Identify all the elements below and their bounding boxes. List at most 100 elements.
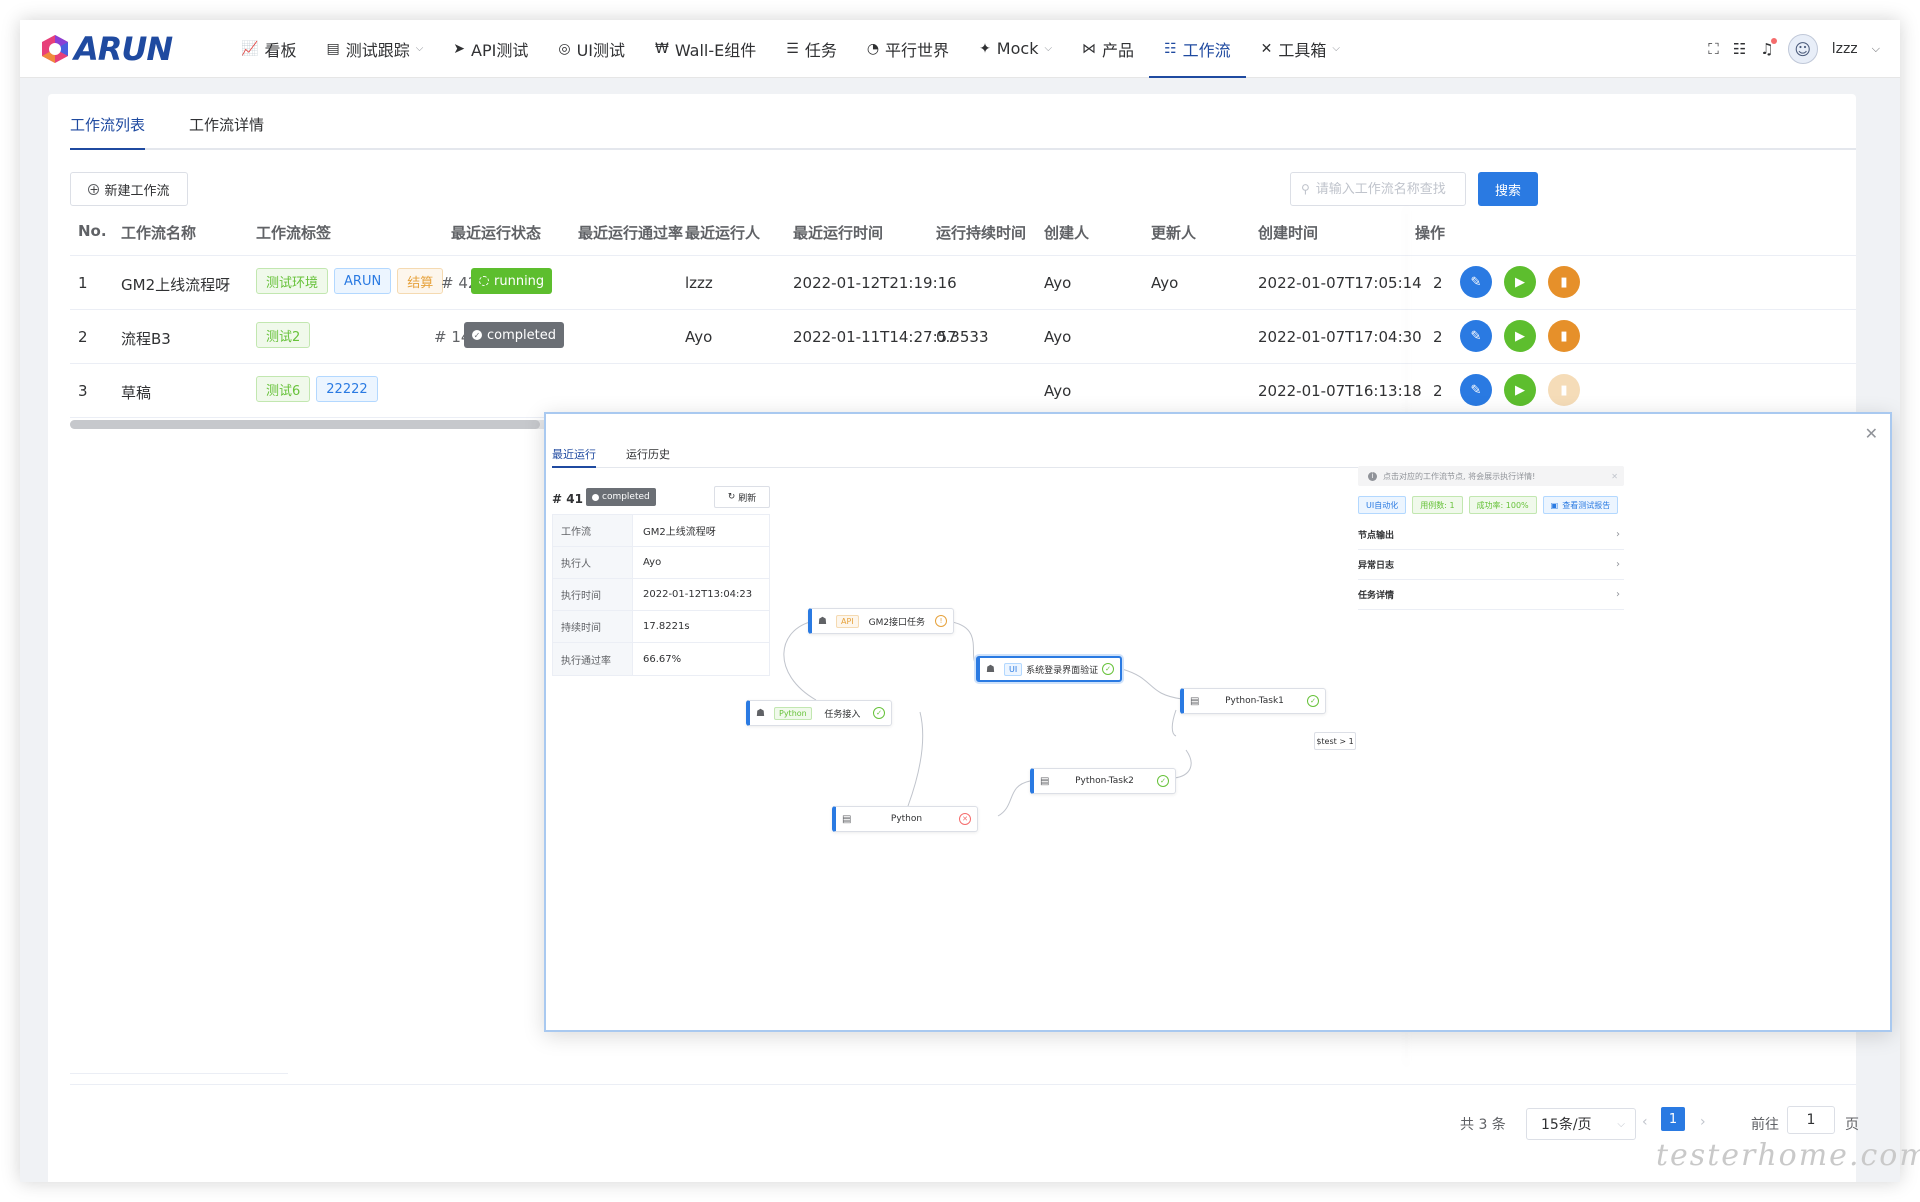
tab-workflow-detail[interactable]: 工作流详情 (189, 114, 264, 148)
prev-page-button[interactable]: ‹ (1642, 1114, 1648, 1130)
nav-ui-test[interactable]: ◎ UI测试 (543, 20, 640, 78)
edit-icon: ✎ (1470, 274, 1482, 290)
close-icon[interactable]: ✕ (1611, 472, 1618, 481)
section-error-log[interactable]: 异常日志 › (1358, 550, 1624, 580)
refresh-button[interactable]: ↻ 刷新 (714, 486, 770, 508)
tools-icon: ✕ (1260, 40, 1273, 57)
fullscreen-icon[interactable]: ⛶ (1708, 40, 1719, 58)
nav-dashboard[interactable]: 📈 看板 (226, 20, 311, 78)
document-icon: ▤ (842, 813, 852, 825)
graph-node-python-task2[interactable]: ▤ Python-Task2 ✓ (1030, 768, 1176, 794)
node-name: Python (890, 814, 923, 824)
bell-icon[interactable]: ♫ (1760, 38, 1777, 58)
nav-label: 工作流 (1182, 40, 1231, 60)
header-run-time: 最近运行时间 (793, 224, 884, 242)
cell-name: GM2上线流程呀 (121, 276, 231, 294)
logo[interactable]: ARUN (40, 30, 212, 68)
refresh-icon: ↻ (727, 492, 736, 502)
header-runner: 最近运行人 (685, 224, 761, 242)
nav-label: 看板 (264, 40, 297, 60)
cell-run-time: 2022-01-12T21:19:16 (793, 274, 957, 292)
node-name: 系统登录界面验证 (1026, 665, 1099, 676)
file-icon: ▤ (326, 40, 340, 57)
graph-node-api[interactable]: ☗ API GM2接口任务 ! (808, 608, 954, 634)
edit-icon: ✎ (1470, 328, 1482, 344)
graph-node-python-task1[interactable]: ▤ Python-Task1 ✓ (1180, 688, 1326, 714)
cell-creator: Ayo (1044, 274, 1072, 292)
nav-walle[interactable]: ₩ Wall-E组件 (640, 20, 771, 78)
robot-icon: ☗ (756, 707, 765, 719)
cell-tags: 测试6 22222 (256, 376, 378, 402)
cell-truncated: 2 (1433, 328, 1443, 346)
chevron-right-icon: › (1616, 589, 1620, 600)
play-icon: ▶ (1515, 274, 1525, 290)
nav-label: 平行世界 (885, 40, 950, 60)
edit-button[interactable]: ✎ (1460, 320, 1492, 352)
page-size-select[interactable]: 15条/页 ⌵ (1526, 1108, 1636, 1140)
tab-recent-run[interactable]: 最近运行 (552, 446, 596, 468)
nav-test-tracking[interactable]: ▤ 测试跟踪 ⌵ (311, 20, 438, 78)
nav-parallel-world[interactable]: ◔ 平行世界 (852, 20, 964, 78)
goto-page-input[interactable]: 1 (1787, 1106, 1835, 1134)
info-icon: i (1368, 471, 1377, 481)
graph-node-python-entry[interactable]: ☗ Python 任务接入 ✓ (746, 700, 892, 726)
graph-edge (1171, 709, 1177, 737)
checklist-icon[interactable]: ☷ (1733, 40, 1746, 58)
chart-line-icon: 📈 (241, 40, 259, 57)
edit-button[interactable]: ✎ (1460, 266, 1492, 298)
new-workflow-label: 新建工作流 (104, 183, 170, 199)
stats-button[interactable]: ▮ (1548, 266, 1580, 298)
nav-mock[interactable]: ✦ Mock ⌵ (964, 20, 1067, 78)
header-pass-rate: 最近运行通过率 (578, 224, 684, 242)
top-nav: ARUN 📈 看板 ▤ 测试跟踪 ⌵ ➤ API测试 ◎ UI测试 ₩ Wall… (20, 20, 1900, 78)
nav-toolbox[interactable]: ✕ 工具箱 ⌵ (1246, 20, 1355, 78)
page-size-value: 15条/页 (1541, 1117, 1592, 1133)
close-icon[interactable]: ✕ (1865, 424, 1878, 443)
stats-button[interactable]: ▮ (1548, 320, 1580, 352)
graph-node-python[interactable]: ▤ Python ✕ (832, 806, 978, 832)
node-type-tag: UI (1004, 662, 1023, 676)
tab-workflow-list[interactable]: 工作流列表 (70, 114, 146, 150)
chevron-down-icon[interactable]: ⌵ (1872, 42, 1880, 56)
run-button[interactable]: ▶ (1504, 266, 1536, 298)
main-menu: 📈 看板 ▤ 测试跟踪 ⌵ ➤ API测试 ◎ UI测试 ₩ Wall-E组件 … (226, 20, 1355, 78)
nav-tasks[interactable]: ☰ 任务 (771, 20, 852, 78)
spinner-icon (479, 276, 489, 286)
run-button[interactable]: ▶ (1504, 320, 1536, 352)
current-page-button[interactable]: 1 (1661, 1107, 1685, 1131)
info-value: 2022-01-12T13:04:23 (643, 589, 753, 600)
avatar[interactable]: ☺ (1787, 34, 1818, 64)
table-row[interactable]: 2 流程B3 测试2 # 14 ✓ completed Ayo 2022-01-… (70, 310, 1856, 364)
edge-condition-label[interactable]: $test > 1 (1314, 732, 1356, 750)
tag: 22222 (316, 376, 378, 402)
new-workflow-button[interactable]: + 新建工作流 (70, 172, 188, 206)
section-node-output[interactable]: 节点输出 › (1358, 520, 1624, 550)
view-report-button[interactable]: ▣ 查看测试报告 (1542, 496, 1619, 514)
nav-api-test[interactable]: ➤ API测试 (438, 20, 543, 78)
paper-plane-icon: ➤ (453, 40, 466, 57)
logo-text: ARUN (74, 29, 173, 68)
next-page-button[interactable]: › (1700, 1114, 1706, 1130)
node-type-tag: API (836, 614, 859, 628)
cell-creator: Ayo (1044, 328, 1072, 346)
compass-icon: ◎ (558, 40, 571, 57)
nav-workflow[interactable]: ☷ 工作流 (1149, 20, 1246, 78)
edit-button[interactable]: ✎ (1460, 374, 1492, 406)
nav-product[interactable]: ⋈ 产品 (1067, 20, 1149, 78)
tab-run-history[interactable]: 运行历史 (626, 446, 670, 467)
section-task-detail[interactable]: 任务详情 › (1358, 580, 1624, 610)
run-button[interactable]: ▶ (1504, 374, 1536, 406)
header-name: 工作流名称 (121, 224, 197, 242)
info-key: 持续时间 (553, 611, 633, 642)
node-detail-tags: UI自动化 用例数: 1 成功率: 100% ▣ 查看测试报告 (1358, 496, 1619, 514)
user-name[interactable]: lzzz (1832, 41, 1858, 57)
scrollbar-thumb[interactable] (70, 420, 540, 429)
search-input[interactable] (1315, 181, 1456, 197)
search-button[interactable]: 搜索 (1478, 172, 1538, 206)
graph-node-ui[interactable]: ☗ UI 系统登录界面验证 ✓ (976, 656, 1122, 682)
table-row[interactable]: 3 草稿 测试6 22222 Ayo 2022-01-07T16:13:18 2… (70, 364, 1856, 418)
watermark: testerhome.com (1656, 1138, 1920, 1173)
cell-run-time: 2022-01-11T14:27:57 (793, 328, 957, 346)
table-row[interactable]: 1 GM2上线流程呀 测试环境 ARUN 结算 # 42 running lzz… (70, 256, 1856, 310)
bar-chart-icon: ▮ (1560, 382, 1568, 398)
